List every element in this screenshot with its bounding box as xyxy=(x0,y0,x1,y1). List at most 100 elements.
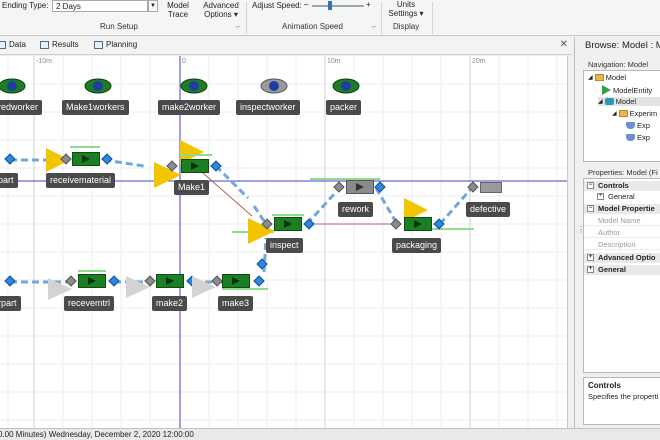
prop-category-advanced-options[interactable]: + Advanced Optio xyxy=(584,253,660,263)
prop-label: Advanced Optio xyxy=(598,253,656,262)
object-label-receivematerial[interactable]: receivematerial xyxy=(46,173,116,188)
ending-type-select[interactable]: 2 Days xyxy=(52,0,148,12)
speed-slider-track[interactable] xyxy=(312,5,364,7)
server-make3[interactable] xyxy=(222,274,250,288)
object-label-rpart[interactable]: rpart xyxy=(0,296,21,311)
advanced-options-line1: Advanced xyxy=(203,1,239,10)
worker-label-redworker[interactable]: redworker xyxy=(0,100,43,115)
prop-row-description[interactable]: Description xyxy=(584,240,660,250)
tree-item-model[interactable]: ◢ Model xyxy=(598,97,660,106)
collapse-icon[interactable]: ◢ xyxy=(588,74,593,81)
prop-label: Model Propertie xyxy=(598,204,655,213)
ribbon-separator xyxy=(246,2,247,34)
server-packaging[interactable] xyxy=(404,217,432,231)
object-label-make2[interactable]: make2 xyxy=(152,296,188,311)
model-trace-button[interactable]: Model Trace xyxy=(164,1,192,19)
queue-bar xyxy=(180,154,212,156)
expand-icon[interactable]: + xyxy=(587,254,594,261)
prop-label: General xyxy=(598,265,626,274)
prop-category-controls[interactable]: − Controls xyxy=(584,181,660,191)
ribbon: Ending Type: 2 Days ▼ Model Trace Advanc… xyxy=(0,0,660,36)
worker-icon[interactable] xyxy=(260,78,288,94)
worker-icon[interactable] xyxy=(84,78,112,94)
worker-icon[interactable] xyxy=(180,78,208,94)
table-icon xyxy=(0,40,6,49)
prop-label: Author xyxy=(598,228,621,237)
sink-defective[interactable] xyxy=(480,182,502,193)
navigation-title: Navigation: Model xyxy=(588,60,649,69)
run-setup-launcher-icon[interactable]: ⌐ xyxy=(236,24,240,31)
expand-icon[interactable]: + xyxy=(597,193,604,200)
status-bar: 0.00 Minutes) Wednesday, December 2, 202… xyxy=(0,428,660,440)
queue-bar xyxy=(70,146,100,148)
object-label-rework[interactable]: rework xyxy=(338,202,374,217)
chevron-down-icon[interactable]: ▼ xyxy=(148,0,158,12)
display-group-label: Display xyxy=(393,22,420,31)
worker-icon[interactable] xyxy=(332,78,360,94)
adjust-speed-label: Adjust Speed: xyxy=(252,1,302,10)
prop-row-general[interactable]: + General xyxy=(584,192,660,202)
tree-item-experiment[interactable]: ◢ Experim xyxy=(612,109,657,118)
tab-data[interactable]: Data xyxy=(0,40,26,49)
worker-label-make2worker[interactable]: make2worker xyxy=(158,100,221,115)
close-icon[interactable]: ✕ xyxy=(560,39,568,50)
advanced-options-button[interactable]: Advanced Options ▾ xyxy=(200,1,242,19)
tree-label: ModelEntity xyxy=(613,85,653,95)
view-tabs: Data Results Planning ✕ xyxy=(0,37,572,55)
queue-bar xyxy=(272,214,304,216)
server-make2[interactable] xyxy=(156,274,184,288)
property-help: Controls Specifies the properti xyxy=(583,377,660,425)
animation-speed-group-label: Animation Speed xyxy=(282,22,343,31)
facility-canvas[interactable]: -10m 0 10m 20m redworker Make1workers ma… xyxy=(0,56,568,428)
prop-label: Model Name xyxy=(598,216,641,225)
worker-icon[interactable] xyxy=(0,78,26,94)
speed-plus-button[interactable]: + xyxy=(366,0,371,9)
properties-title: Properties: Model (Fi xyxy=(588,168,658,177)
folder-icon xyxy=(618,110,628,117)
flask-icon xyxy=(626,134,635,141)
tree-item-modelentity[interactable]: ModelEntity xyxy=(602,85,652,95)
object-label-make1[interactable]: Make1 xyxy=(174,180,210,195)
animation-speed-launcher-icon[interactable]: ⌐ xyxy=(372,24,376,31)
worker-label-packer[interactable]: packer xyxy=(326,100,362,115)
server-rework[interactable] xyxy=(346,180,374,194)
collapse-icon[interactable]: − xyxy=(587,182,594,189)
expand-icon[interactable]: + xyxy=(587,266,594,273)
prop-label: Description xyxy=(598,240,636,249)
prop-row-model-name[interactable]: Model Name xyxy=(584,216,660,226)
worker-label-make1workers[interactable]: Make1workers xyxy=(62,100,129,115)
object-label-part[interactable]: part xyxy=(0,173,18,188)
speed-slider-thumb[interactable] xyxy=(328,1,333,10)
server-receivematerial[interactable] xyxy=(72,152,100,166)
speed-minus-button[interactable]: – xyxy=(304,0,308,9)
collapse-icon[interactable]: ◢ xyxy=(612,110,617,117)
object-label-inspect[interactable]: inspect xyxy=(266,238,303,253)
object-label-defective[interactable]: defective xyxy=(466,202,511,217)
server-recevemtrl[interactable] xyxy=(78,274,106,288)
collapse-icon[interactable]: − xyxy=(587,205,594,212)
ending-type-value: 2 Days xyxy=(56,2,81,11)
server-inspect[interactable] xyxy=(274,217,302,231)
object-label-recevemtrl[interactable]: recevemtrl xyxy=(64,296,115,311)
collapse-icon[interactable]: ◢ xyxy=(598,98,603,105)
tree-label: Experim xyxy=(629,109,658,118)
tree-item-exp-1[interactable]: Exp xyxy=(626,121,650,130)
flask-icon xyxy=(626,122,635,129)
units-settings-button[interactable]: Units Settings ▾ xyxy=(386,0,426,18)
prop-category-model-properties[interactable]: − Model Propertie xyxy=(584,204,660,214)
folder-icon xyxy=(594,74,604,81)
object-label-make3[interactable]: make3 xyxy=(218,296,254,311)
object-label-packaging[interactable]: packaging xyxy=(392,238,442,253)
server-make1[interactable] xyxy=(181,159,209,173)
tree-item-exp-2[interactable]: Exp xyxy=(626,133,650,142)
tree-item-model-root[interactable]: ◢ Model xyxy=(588,73,626,82)
tab-results[interactable]: Results xyxy=(40,40,79,49)
tab-planning[interactable]: Planning xyxy=(94,40,137,49)
queue-bar xyxy=(78,270,106,272)
worker-label-inspectworker[interactable]: inspectworker xyxy=(236,100,300,115)
tab-planning-label: Planning xyxy=(106,40,138,49)
prop-category-general[interactable]: + General xyxy=(584,265,660,275)
browse-panel: ⋮ Browse: Model : M Navigation: Model ◢ … xyxy=(574,37,660,428)
status-text: 0.00 Minutes) Wednesday, December 2, 202… xyxy=(0,430,194,439)
prop-row-author[interactable]: Author xyxy=(584,228,660,238)
